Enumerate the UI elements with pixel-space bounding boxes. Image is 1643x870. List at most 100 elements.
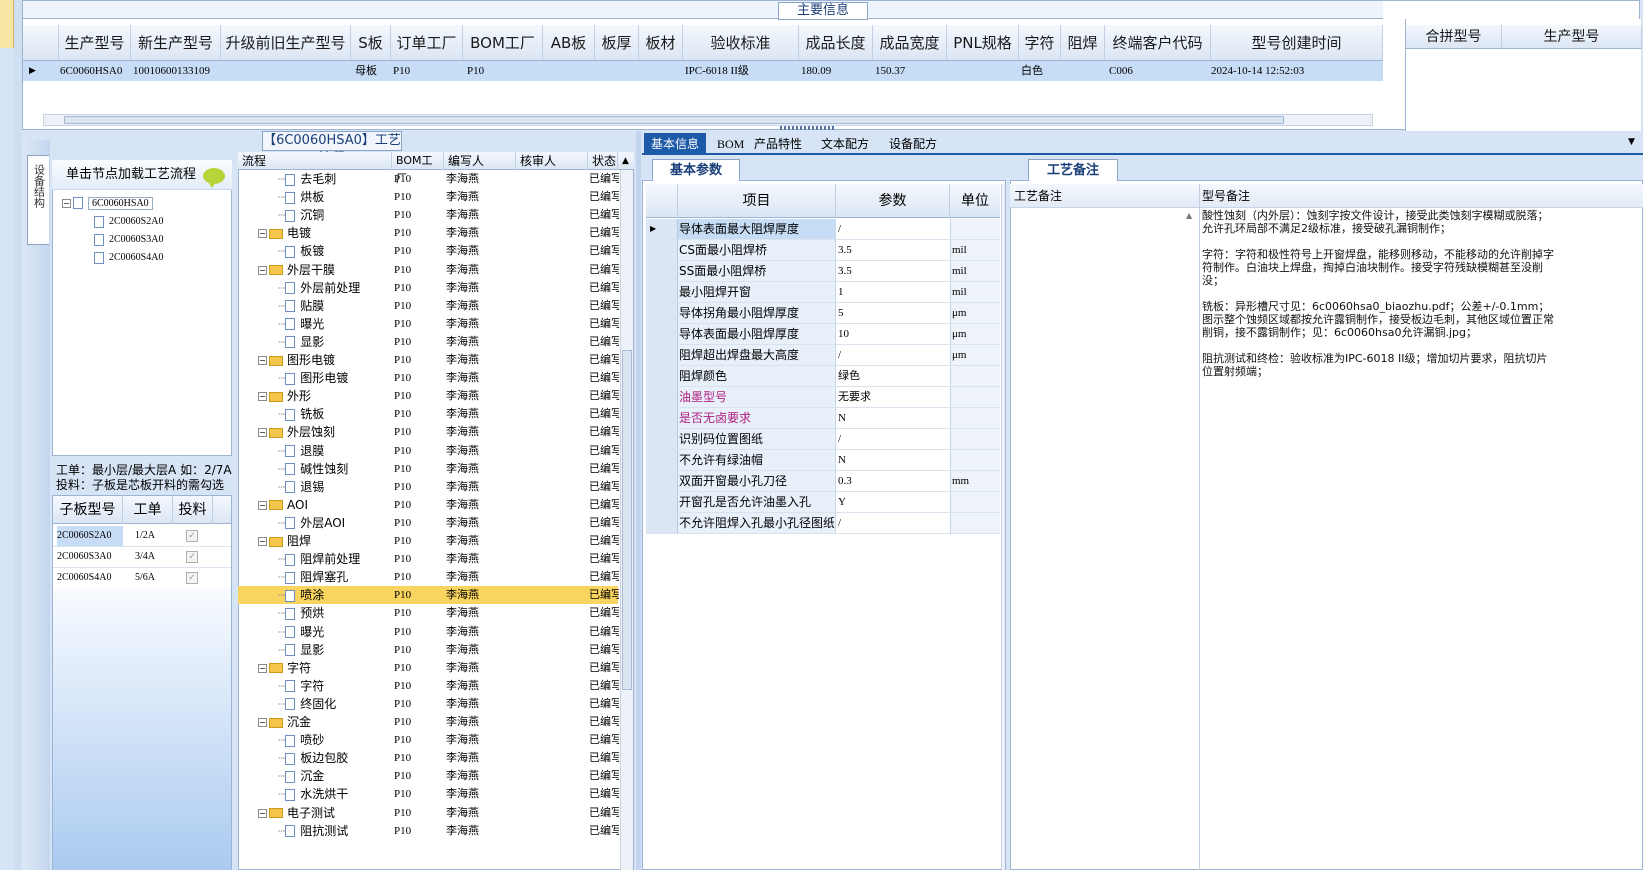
- process-cell-status[interactable]: 已编写: [589, 785, 619, 803]
- checkbox[interactable]: ✓: [186, 572, 198, 584]
- process-cell-writer[interactable]: 李海燕: [446, 695, 479, 713]
- cell-char[interactable]: 白色: [1021, 61, 1043, 81]
- process-cell-factory[interactable]: P10: [394, 442, 411, 460]
- param-value[interactable]: /: [838, 345, 841, 365]
- process-cell-status[interactable]: 已编写: [589, 659, 619, 677]
- col-standard[interactable]: 验收标准: [683, 25, 799, 61]
- col-created[interactable]: 型号创建时间: [1211, 25, 1383, 61]
- checkbox[interactable]: ✓: [186, 551, 198, 563]
- vertical-splitter[interactable]: [636, 131, 641, 870]
- process-cell-status[interactable]: 已编写: [589, 568, 619, 586]
- cell-sub-model[interactable]: 2C0060S4A0: [57, 568, 111, 588]
- process-cell-factory[interactable]: P10: [394, 514, 411, 532]
- col-pnl[interactable]: PNL规格: [947, 25, 1019, 61]
- collapse-icon[interactable]: −: [62, 198, 71, 208]
- process-cell-writer[interactable]: 李海燕: [446, 405, 479, 423]
- process-row[interactable]: − 外层蚀刻 P10 李海燕 已编写: [238, 423, 619, 441]
- tab-bom[interactable]: BOM: [710, 133, 751, 155]
- param-value[interactable]: 0.3: [838, 471, 852, 491]
- process-cell-factory[interactable]: P10: [394, 351, 411, 369]
- process-cell-writer[interactable]: 李海燕: [446, 261, 479, 279]
- process-cell-writer[interactable]: 李海燕: [446, 785, 479, 803]
- param-value[interactable]: /: [838, 219, 841, 239]
- col-status[interactable]: 状态: [588, 152, 618, 170]
- param-value[interactable]: N: [838, 450, 846, 470]
- cell-bom-factory[interactable]: P10: [467, 61, 484, 81]
- tab-equipment-structure[interactable]: 设备结构: [27, 155, 49, 245]
- process-row[interactable]: − 电镀 P10 李海燕 已编写: [238, 224, 619, 242]
- cell-sub-model[interactable]: 2C0060S3A0: [57, 547, 111, 567]
- process-cell-factory[interactable]: P10: [394, 242, 411, 260]
- collapse-icon[interactable]: −: [258, 500, 267, 510]
- param-row[interactable]: 不允许阻焊入孔最小孔径图纸 /: [646, 513, 1000, 534]
- table-row[interactable]: 2C0060S3A0 3/4A ✓: [53, 547, 231, 568]
- col-item[interactable]: 项目: [678, 184, 836, 218]
- col-sub-model[interactable]: 子板型号: [53, 496, 123, 524]
- cell-s-board[interactable]: 母板: [355, 61, 377, 81]
- param-value[interactable]: N: [838, 408, 846, 428]
- process-cell-factory[interactable]: P10: [394, 297, 411, 315]
- cell-width[interactable]: 150.37: [875, 61, 905, 81]
- process-cell-writer[interactable]: 李海燕: [446, 641, 479, 659]
- param-item[interactable]: 不允许有绿油帽: [679, 450, 834, 470]
- process-cell-writer[interactable]: 李海燕: [446, 532, 479, 550]
- process-cell-status[interactable]: 已编写: [589, 804, 619, 822]
- process-row[interactable]: ┄ 外层前处理 P10 李海燕 已编写: [238, 279, 619, 297]
- process-cell-status[interactable]: 已编写: [589, 478, 619, 496]
- col-order-factory[interactable]: 订单工厂: [391, 25, 463, 61]
- param-row[interactable]: CS面最小阻焊桥 3.5 mil: [646, 240, 1000, 261]
- collapse-icon[interactable]: −: [258, 356, 267, 365]
- cell-customer[interactable]: C006: [1109, 61, 1133, 81]
- process-row[interactable]: ┄ 退膜 P10 李海燕 已编写: [238, 442, 619, 460]
- process-cell-factory[interactable]: P10: [394, 804, 411, 822]
- col-writer[interactable]: 编写人: [444, 152, 516, 170]
- process-cell-status[interactable]: 已编写: [589, 677, 619, 695]
- sort-arrow-icon[interactable]: ▲: [622, 156, 629, 166]
- process-cell-factory[interactable]: P10: [394, 478, 411, 496]
- col-bom-factory[interactable]: BOM工厂: [463, 25, 543, 61]
- process-cell-status[interactable]: 已编写: [589, 550, 619, 568]
- process-row[interactable]: − AOI P10 李海燕 已编写: [238, 496, 619, 514]
- process-row[interactable]: ┄ 喷砂 P10 李海燕 已编写: [238, 731, 619, 749]
- process-row[interactable]: ┄ 板边包胶 P10 李海燕 已编写: [238, 749, 619, 767]
- chevron-down-icon[interactable]: ▼: [1628, 137, 1635, 147]
- param-row[interactable]: 导体表面最小阻焊厚度 10 μm: [646, 324, 1000, 345]
- process-cell-writer[interactable]: 李海燕: [446, 170, 479, 188]
- tab-text-recipe[interactable]: 文本配方: [814, 133, 876, 155]
- process-row[interactable]: − 外形 P10 李海燕 已编写: [238, 387, 619, 405]
- process-cell-writer[interactable]: 李海燕: [446, 369, 479, 387]
- process-cell-status[interactable]: 已编写: [589, 351, 619, 369]
- param-item[interactable]: 阻焊超出焊盘最大高度: [679, 345, 834, 365]
- process-cell-status[interactable]: 已编写: [589, 514, 619, 532]
- process-cell-status[interactable]: 已编写: [589, 279, 619, 297]
- process-row[interactable]: ┄ 阻焊塞孔 P10 李海燕 已编写: [238, 568, 619, 586]
- process-row[interactable]: − 外层干膜 P10 李海燕 已编写: [238, 261, 619, 279]
- tree-child[interactable]: 2C0060S4A0: [94, 250, 163, 266]
- param-item[interactable]: 导体拐角最小阻焊厚度: [679, 303, 834, 323]
- process-cell-factory[interactable]: P10: [394, 550, 411, 568]
- process-row[interactable]: ┄ 阻抗测试 P10 李海燕 已编写: [238, 822, 619, 840]
- process-cell-writer[interactable]: 李海燕: [446, 568, 479, 586]
- process-cell-factory[interactable]: P10: [394, 387, 411, 405]
- cell-new-model[interactable]: 10010600133109: [133, 61, 210, 81]
- process-cell-factory[interactable]: P10: [394, 767, 411, 785]
- process-cell-status[interactable]: 已编写: [589, 460, 619, 478]
- cell-standard[interactable]: IPC-6018 II级: [685, 61, 749, 81]
- tree-child[interactable]: 2C0060S2A0: [94, 214, 163, 230]
- process-row[interactable]: ┄ 图形电镀 P10 李海燕 已编写: [238, 369, 619, 387]
- param-value[interactable]: Y: [838, 492, 846, 512]
- model-remark-text[interactable]: 酸性蚀刻（内外层）：蚀刻字按文件设计，接受此类蚀刻字模糊或脱落；允许孔环局部不满…: [1202, 209, 1556, 378]
- process-row[interactable]: ┄ 字符 P10 李海燕 已编写: [238, 677, 619, 695]
- process-cell-status[interactable]: 已编写: [589, 822, 619, 840]
- cell-sub-order[interactable]: 5/6A: [135, 568, 155, 588]
- process-cell-writer[interactable]: 李海燕: [446, 677, 479, 695]
- process-cell-writer[interactable]: 李海燕: [446, 604, 479, 622]
- col-merged-model[interactable]: 合拼型号: [1406, 25, 1502, 49]
- process-cell-status[interactable]: 已编写: [589, 604, 619, 622]
- process-cell-status[interactable]: 已编写: [589, 713, 619, 731]
- process-cell-writer[interactable]: 李海燕: [446, 659, 479, 677]
- process-cell-writer[interactable]: 李海燕: [446, 804, 479, 822]
- scroll-thumb[interactable]: [64, 116, 1284, 124]
- param-row[interactable]: 是否无卤要求 N: [646, 408, 1000, 429]
- process-cell-factory[interactable]: P10: [394, 496, 411, 514]
